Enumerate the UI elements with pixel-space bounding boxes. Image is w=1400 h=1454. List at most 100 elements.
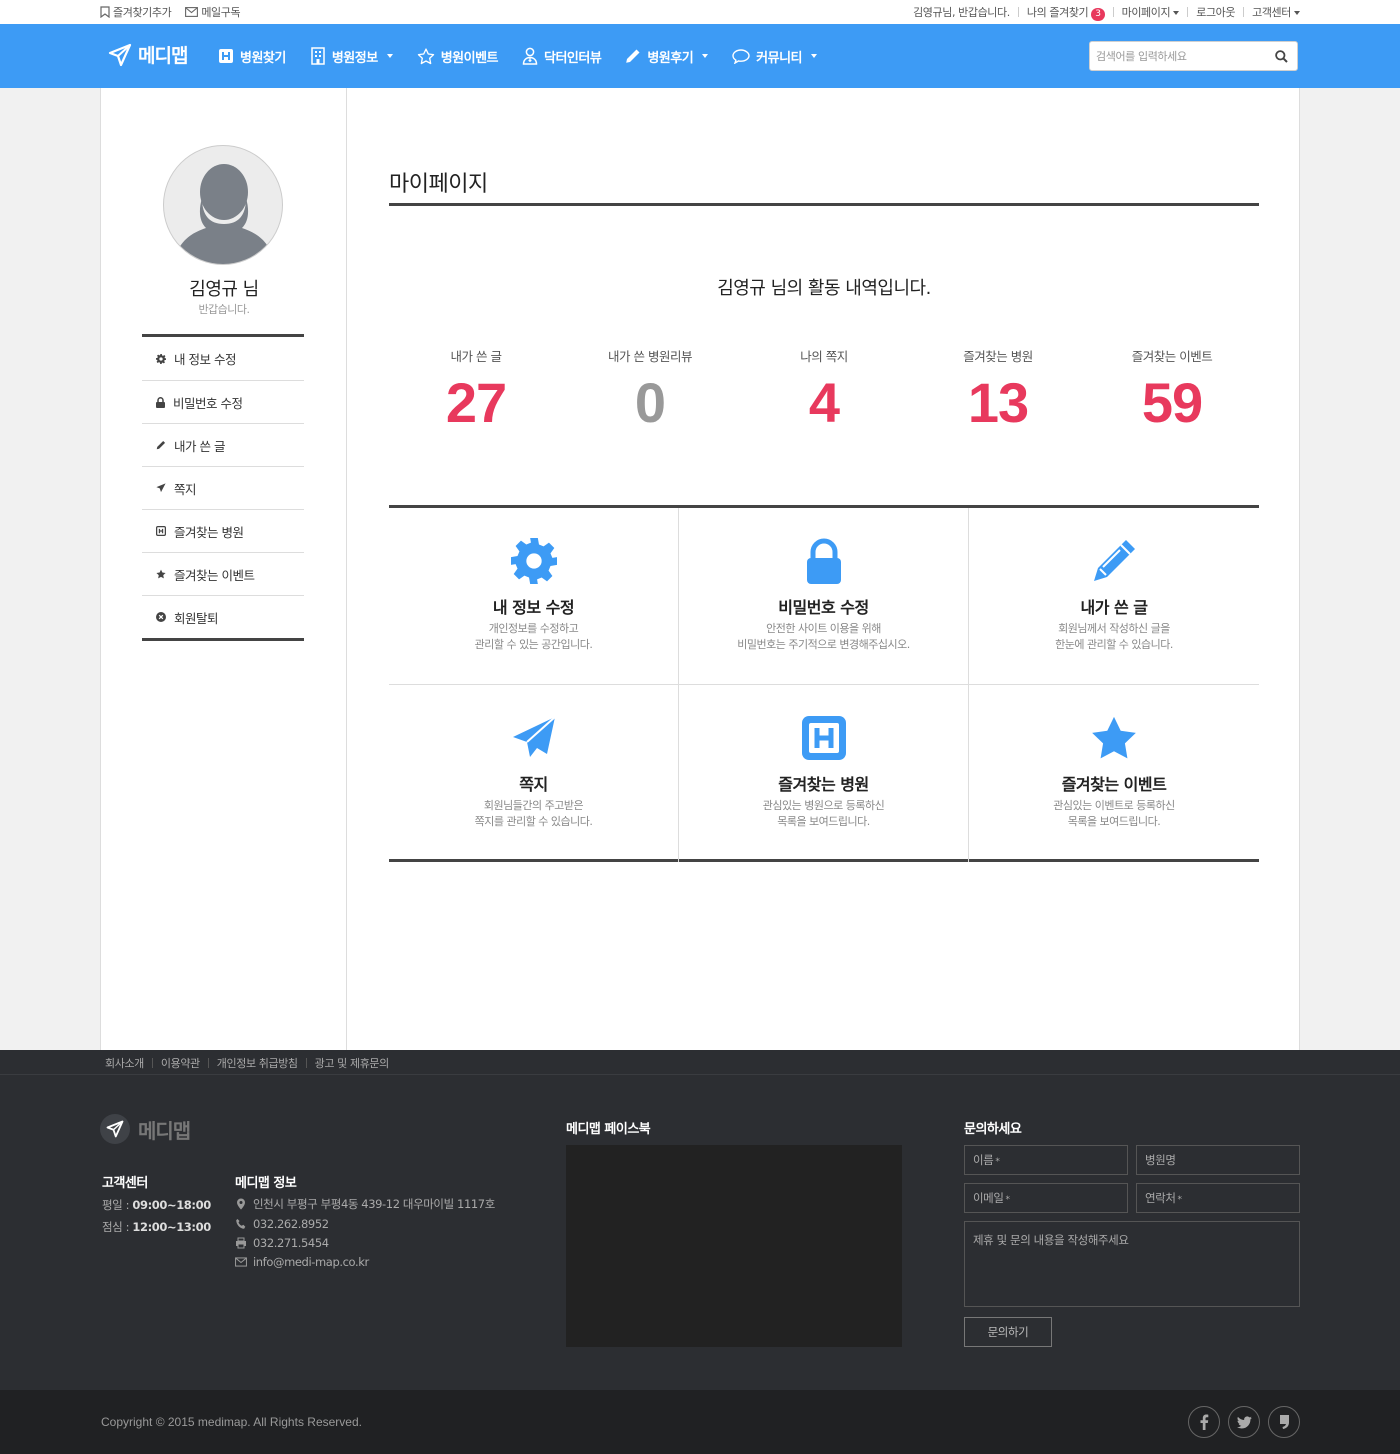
contact-name-field[interactable]: 이름 * xyxy=(964,1145,1128,1175)
sidebar-item-withdraw[interactable]: 회원탈퇴 xyxy=(142,595,304,638)
mail-subscribe-link[interactable]: 메일구독 xyxy=(185,4,241,20)
card-favorite-hospitals[interactable]: 즐겨찾는 병원 관심있는 병원으로 등록하신 목록을 보여드립니다. xyxy=(679,685,969,862)
sidebar-item-label: 즐겨찾는 병원 xyxy=(174,524,244,540)
customer-center-dropdown[interactable]: 고객센터 xyxy=(1252,4,1300,20)
facebook-widget-title: 메디맵 페이스북 xyxy=(566,1122,651,1137)
search-input[interactable] xyxy=(1090,42,1270,70)
nav-item-hospital-review[interactable]: 병원후기 xyxy=(625,47,709,66)
stat-label: 내가 쓴 글 xyxy=(450,349,502,364)
stat-my-messages[interactable]: 나의 쪽지 4 xyxy=(737,346,911,446)
footer-link-ads[interactable]: 광고 및 제휴문의 xyxy=(315,1055,390,1071)
card-title: 내가 쓴 글 xyxy=(1080,598,1148,617)
card-title: 즐겨찾는 병원 xyxy=(778,775,869,794)
avatar xyxy=(163,145,283,265)
card-change-password[interactable]: 비밀번호 수정 안전한 사이트 이용을 위해 비밀번호는 주기적으로 변경해주십시… xyxy=(679,508,969,685)
stat-my-reviews[interactable]: 내가 쓴 병원리뷰 0 xyxy=(563,346,737,446)
sidebar-item-my-posts[interactable]: 내가 쓴 글 xyxy=(142,423,304,466)
paper-plane-logo-icon xyxy=(106,1120,124,1138)
contact-phone-field[interactable]: 연락처 * xyxy=(1136,1183,1300,1213)
footer-link-privacy[interactable]: 개인정보 취급방침 xyxy=(217,1055,298,1071)
footer-fax: 032.271.5454 xyxy=(235,1236,495,1250)
nav-item-community[interactable]: 커뮤니티 xyxy=(732,47,817,66)
facebook-button[interactable] xyxy=(1188,1406,1220,1438)
card-edit-profile[interactable]: 내 정보 수정 개인정보를 수정하고 관리할 수 있는 공간입니다. xyxy=(389,508,679,685)
stat-label: 즐겨찾는 병원 xyxy=(963,349,1033,364)
bookmark-add-link[interactable]: 즐겨찾기추가 xyxy=(100,4,172,20)
sidebar-menu: 내 정보 수정 비밀번호 수정 내가 쓴 글 쪽지 즐겨찾는 병원 즐겨찾는 이… xyxy=(142,334,304,641)
card-desc-line: 관심있는 이벤트로 등록하신 xyxy=(1053,799,1175,812)
copyright-text: Copyright © 2015 medimap. All Rights Res… xyxy=(101,1415,362,1429)
star-icon xyxy=(1092,716,1136,759)
footer-logo-badge xyxy=(100,1114,130,1144)
card-desc-line: 쪽지를 관리할 수 있습니다. xyxy=(474,815,593,828)
gear-icon xyxy=(156,353,166,364)
paper-plane-icon xyxy=(156,483,166,493)
nav-item-hospital-event[interactable]: 병원이벤트 xyxy=(417,47,499,66)
activity-heading: 김영규 님의 활동 내역입니다. xyxy=(717,278,931,299)
card-favorite-events[interactable]: 즐겨찾는 이벤트 관심있는 이벤트로 등록하신 목록을 보여드립니다. xyxy=(969,685,1259,862)
stat-label: 내가 쓴 병원리뷰 xyxy=(608,349,692,364)
contact-hospital-field[interactable]: 병원명 xyxy=(1136,1145,1300,1175)
contact-message-field[interactable]: 제휴 및 문의 내용을 작성해주세요 xyxy=(964,1221,1300,1307)
card-description: 관심있는 이벤트로 등록하신 목록을 보여드립니다. xyxy=(969,798,1259,830)
facebook-widget[interactable] xyxy=(566,1145,902,1347)
main-navigation: 메디맵 병원찾기 병원정보 병원이벤트 닥터인터뷰 병원후기 커뮤니티 xyxy=(0,24,1400,88)
sidebar-item-edit-profile[interactable]: 내 정보 수정 xyxy=(142,337,304,380)
stat-my-posts[interactable]: 내가 쓴 글 27 xyxy=(389,346,563,446)
close-circle-icon xyxy=(156,612,166,622)
stat-favorite-events[interactable]: 즐겨찾는 이벤트 59 xyxy=(1085,346,1259,446)
blog-button[interactable] xyxy=(1268,1406,1300,1438)
nav-item-hospital-search[interactable]: 병원찾기 xyxy=(218,47,286,66)
search-box xyxy=(1089,41,1298,71)
card-desc-line: 비밀번호는 주기적으로 변경해주십시오. xyxy=(737,638,910,651)
stat-favorite-hospitals[interactable]: 즐겨찾는 병원 13 xyxy=(911,346,1085,446)
footer-link-terms[interactable]: 이용약관 xyxy=(161,1055,200,1071)
phone-icon xyxy=(236,1219,246,1229)
footer-link-about[interactable]: 회사소개 xyxy=(105,1055,144,1071)
card-desc-line: 안전한 사이트 이용을 위해 xyxy=(766,622,881,635)
caret-down-icon xyxy=(1173,11,1180,15)
mail-icon xyxy=(185,7,199,17)
nav-item-doctor-interview[interactable]: 닥터인터뷰 xyxy=(522,47,602,66)
bookmark-icon xyxy=(100,6,110,18)
hours-label: 점심 : xyxy=(102,1220,130,1234)
gear-icon xyxy=(511,538,557,584)
search-button[interactable] xyxy=(1275,50,1288,63)
mail-icon xyxy=(235,1257,247,1267)
sidebar-item-change-password[interactable]: 비밀번호 수정 xyxy=(142,380,304,423)
twitter-button[interactable] xyxy=(1228,1406,1260,1438)
contact-email-field[interactable]: 이메일 * xyxy=(964,1183,1128,1213)
card-description: 회원님께서 작성하신 글을 한눈에 관리할 수 있습니다. xyxy=(969,621,1259,653)
hospital-icon xyxy=(802,716,846,760)
stat-label: 즐겨찾는 이벤트 xyxy=(1131,349,1213,364)
footer-customer-center: 고객센터 평일 : 09:00~18:00 점심 : 12:00~13:00 xyxy=(102,1172,211,1235)
card-my-posts[interactable]: 내가 쓴 글 회원님께서 작성하신 글을 한눈에 관리할 수 있습니다. xyxy=(969,508,1259,685)
sidebar-item-favorite-hospitals[interactable]: 즐겨찾는 병원 xyxy=(142,509,304,552)
mypage-dropdown[interactable]: 마이페이지 xyxy=(1122,4,1180,20)
caret-down-icon xyxy=(811,54,817,58)
contact-submit-button[interactable]: 문의하기 xyxy=(964,1317,1052,1347)
sidebar-item-favorite-events[interactable]: 즐겨찾는 이벤트 xyxy=(142,552,304,595)
copyright-bar: Copyright © 2015 medimap. All Rights Res… xyxy=(0,1390,1400,1454)
footer: 회사소개 이용약관 개인정보 취급방침 광고 및 제휴문의 메디맵 고객센터 평… xyxy=(0,1050,1400,1390)
mypage-label: 마이페이지 xyxy=(1121,6,1171,19)
hospital-icon xyxy=(219,49,233,63)
footer-phone: 032.262.8952 xyxy=(235,1217,495,1231)
my-favorites-link[interactable]: 나의 즐겨찾기 3 xyxy=(1027,4,1105,21)
user-silhouette-icon xyxy=(178,164,270,264)
footer-cs-title: 고객센터 xyxy=(102,1176,148,1191)
star-icon xyxy=(417,47,434,64)
footer-info-title: 메디맵 정보 xyxy=(235,1176,297,1191)
card-messages[interactable]: 쪽지 회원님들간의 주고받은 쪽지를 관리할 수 있습니다. xyxy=(389,685,679,862)
footer-email[interactable]: info@medi-map.co.kr xyxy=(235,1255,495,1269)
footer-logo[interactable]: 메디맵 xyxy=(100,1114,191,1144)
favorites-count-badge: 3 xyxy=(1091,7,1105,21)
card-desc-line: 관심있는 병원으로 등록하신 xyxy=(762,799,885,812)
building-icon xyxy=(311,47,325,65)
logout-link[interactable]: 로그아웃 xyxy=(1196,4,1235,20)
card-desc-line: 한눈에 관리할 수 있습니다. xyxy=(1055,638,1173,651)
nav-item-hospital-info[interactable]: 병원정보 xyxy=(310,47,393,66)
brand-logo[interactable]: 메디맵 xyxy=(108,41,188,68)
sidebar-item-messages[interactable]: 쪽지 xyxy=(142,466,304,509)
field-label: 이메일 xyxy=(973,1191,1004,1205)
